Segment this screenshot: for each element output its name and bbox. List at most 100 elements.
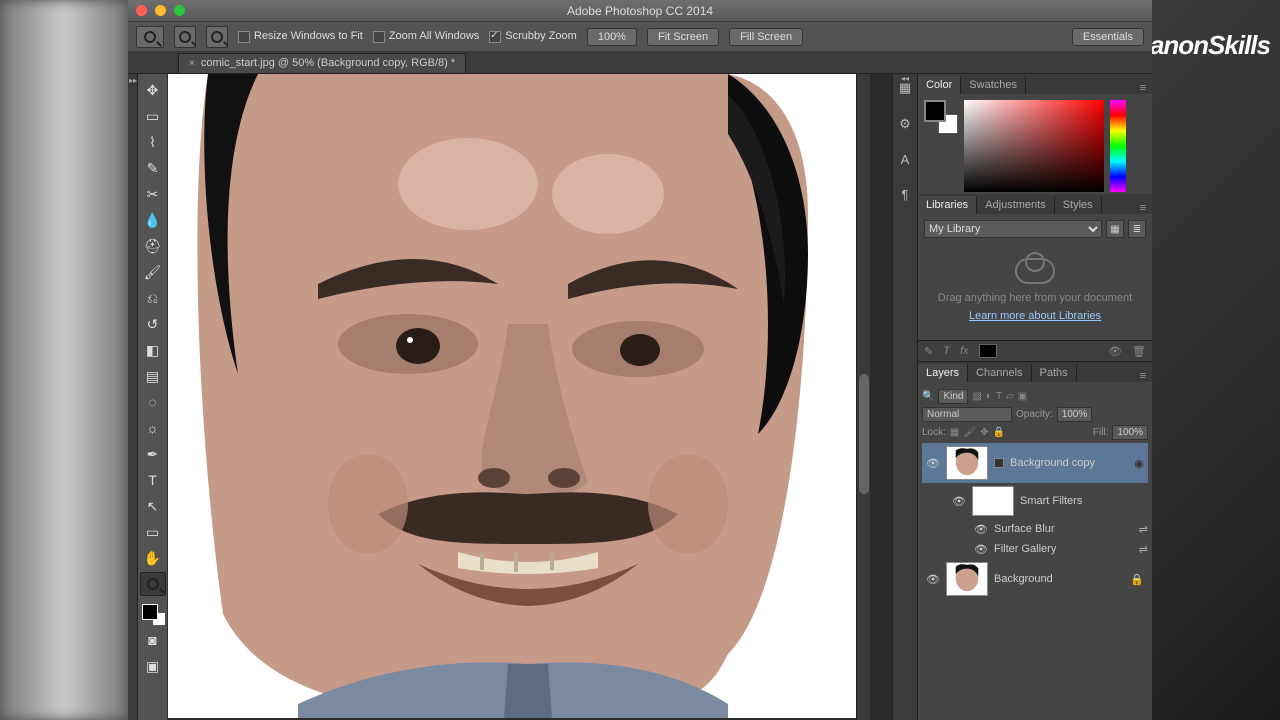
lock-pixels-button[interactable]: 🖌: [963, 427, 976, 438]
layer-background-copy[interactable]: 👁 Background copy ◉: [922, 443, 1148, 483]
quick-select-tool[interactable]: ✎: [140, 156, 166, 180]
zoom-tool[interactable]: [140, 572, 166, 596]
opacity-value[interactable]: 100%: [1057, 407, 1093, 422]
fx-icon[interactable]: fx: [960, 345, 969, 357]
layers-panel-menu[interactable]: ≡: [1134, 370, 1152, 382]
eyedropper-tool[interactable]: 💧: [140, 208, 166, 232]
fit-screen-button[interactable]: Fit Screen: [647, 28, 719, 46]
current-tool-indicator[interactable]: [136, 26, 164, 48]
layer-thumbnail[interactable]: [946, 562, 988, 596]
visibility-toggle[interactable]: 👁: [974, 543, 988, 556]
brush-preset-icon[interactable]: ✎: [924, 345, 933, 358]
library-select[interactable]: My Library: [924, 220, 1102, 238]
visibility-toggle[interactable]: 👁: [926, 457, 940, 470]
blend-mode-select[interactable]: Normal: [922, 407, 1012, 422]
dodge-tool[interactable]: ☼: [140, 416, 166, 440]
lasso-tool[interactable]: ⌇: [140, 130, 166, 154]
shape-tool[interactable]: ▭: [140, 520, 166, 544]
zoom-all-label: Zoom All Windows: [389, 30, 479, 42]
layer-filter-kind[interactable]: Kind: [938, 389, 968, 404]
visibility-toggle[interactable]: 👁: [926, 573, 940, 586]
type-preset-icon[interactable]: T: [943, 345, 950, 357]
hand-tool[interactable]: ✋: [140, 546, 166, 570]
magnifier-plus-icon: [179, 31, 191, 43]
tab-styles[interactable]: Styles: [1055, 196, 1102, 214]
color-panel-menu[interactable]: ≡: [1134, 82, 1152, 94]
lock-trans-button[interactable]: ▦: [950, 427, 959, 438]
smart-filter-mask[interactable]: [972, 486, 1014, 516]
clone-stamp-tool[interactable]: ⎌: [140, 286, 166, 310]
library-grid-view-button[interactable]: ▦: [1106, 220, 1124, 238]
tab-libraries[interactable]: Libraries: [918, 196, 977, 214]
library-learn-link[interactable]: Learn more about Libraries: [930, 310, 1140, 322]
filter-blend-options-icon[interactable]: ⇌: [1139, 523, 1148, 536]
toggle-visibility-icon[interactable]: 👁: [1108, 345, 1122, 358]
filter-surface-blur[interactable]: 👁 Surface Blur ⇌: [922, 519, 1148, 539]
filter-filter-gallery[interactable]: 👁 Filter Gallery ⇌: [922, 539, 1148, 559]
pen-tool[interactable]: ✒: [140, 442, 166, 466]
document-tab[interactable]: × comic_start.jpg @ 50% (Background copy…: [178, 53, 466, 73]
library-list-view-button[interactable]: ≣: [1128, 220, 1146, 238]
expand-dock-button[interactable]: ◂◂: [901, 74, 909, 83]
zoom-100-button[interactable]: 100%: [587, 28, 637, 46]
scrollbar-thumb[interactable]: [859, 374, 869, 494]
type-tool[interactable]: T: [140, 468, 166, 492]
eraser-tool[interactable]: ◧: [140, 338, 166, 362]
paragraph-panel-icon[interactable]: ¶: [902, 187, 909, 202]
foreground-background-swatch[interactable]: [140, 602, 166, 626]
zoom-all-checkbox[interactable]: Zoom All Windows: [373, 30, 479, 42]
tab-paths[interactable]: Paths: [1032, 364, 1077, 382]
tab-color[interactable]: Color: [918, 76, 961, 94]
healing-brush-tool[interactable]: ⛑: [140, 234, 166, 258]
workspace-switcher[interactable]: Essentials: [1072, 28, 1144, 46]
foreground-color-swatch[interactable]: [142, 604, 158, 620]
tab-layers[interactable]: Layers: [918, 364, 968, 382]
lock-position-button[interactable]: ✥: [980, 427, 988, 438]
lock-all-button[interactable]: 🔒: [992, 427, 1004, 438]
gradient-tool[interactable]: ▤: [140, 364, 166, 388]
crop-tool[interactable]: ✂: [140, 182, 166, 206]
left-dock-collapse[interactable]: ▸▸: [128, 74, 138, 720]
tab-adjustments[interactable]: Adjustments: [977, 196, 1055, 214]
smart-filter-toggle-icon[interactable]: ◉: [1134, 457, 1144, 470]
close-tab-button[interactable]: ×: [189, 58, 195, 69]
marquee-tool[interactable]: ▭: [140, 104, 166, 128]
quick-mask-button[interactable]: ◙: [140, 628, 166, 652]
color-fg-bg-swatch[interactable]: [924, 100, 958, 134]
filter-shape-icon[interactable]: ▱: [1006, 391, 1014, 402]
path-select-tool[interactable]: ↖: [140, 494, 166, 518]
smart-filters-row[interactable]: 👁 Smart Filters: [922, 483, 1148, 519]
move-tool[interactable]: ✥: [140, 78, 166, 102]
filter-smart-icon[interactable]: ▣: [1018, 391, 1027, 402]
canvas-vertical-scrollbar[interactable]: [856, 74, 870, 720]
screen-mode-button[interactable]: ▣: [140, 654, 166, 678]
filter-pixel-icon[interactable]: ▧: [972, 391, 981, 402]
filter-type-icon[interactable]: T: [996, 391, 1002, 402]
tab-swatches[interactable]: Swatches: [961, 76, 1026, 94]
resize-windows-checkbox[interactable]: Resize Windows to Fit: [238, 30, 363, 42]
document-canvas[interactable]: [168, 74, 856, 718]
filter-blend-options-icon[interactable]: ⇌: [1139, 543, 1148, 556]
visibility-toggle[interactable]: 👁: [974, 523, 988, 536]
properties-panel-icon[interactable]: ⚙: [899, 116, 911, 132]
visibility-toggle[interactable]: 👁: [952, 495, 966, 508]
tab-channels[interactable]: Channels: [968, 364, 1031, 382]
cloud-icon: [1015, 258, 1055, 284]
history-brush-tool[interactable]: ↺: [140, 312, 166, 336]
scrubby-zoom-checkbox[interactable]: Scrubby Zoom: [489, 30, 577, 42]
trash-icon[interactable]: 🗑: [1132, 345, 1146, 358]
hue-slider[interactable]: [1110, 100, 1126, 192]
character-panel-icon[interactable]: A: [901, 152, 910, 167]
zoom-in-button[interactable]: [174, 26, 196, 48]
fill-value[interactable]: 100%: [1112, 425, 1148, 440]
fill-screen-button[interactable]: Fill Screen: [729, 28, 803, 46]
layer-thumbnail[interactable]: [946, 446, 988, 480]
color-field[interactable]: [964, 100, 1104, 192]
libraries-panel-menu[interactable]: ≡: [1134, 202, 1152, 214]
blur-tool[interactable]: ◌: [140, 390, 166, 414]
layer-background[interactable]: 👁 Background 🔒: [922, 559, 1148, 599]
filter-adjust-icon[interactable]: ◐: [986, 391, 992, 402]
fill-swatch[interactable]: [979, 344, 997, 358]
zoom-out-button[interactable]: [206, 26, 228, 48]
brush-tool[interactable]: 🖌: [140, 260, 166, 284]
